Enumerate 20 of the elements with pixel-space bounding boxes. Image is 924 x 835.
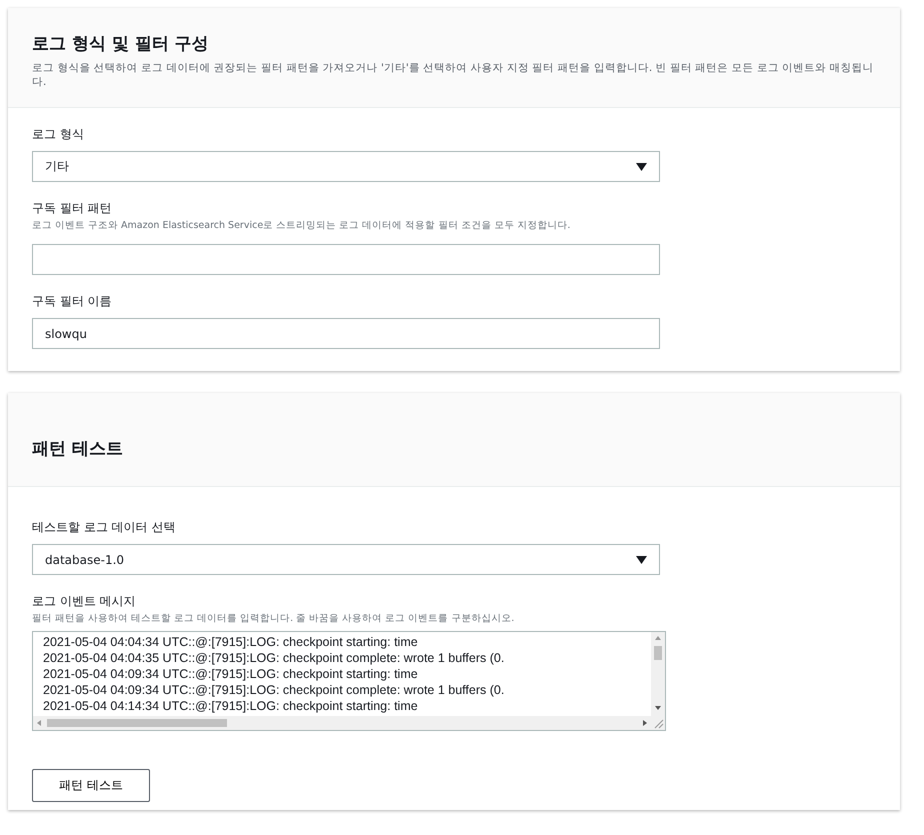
vertical-scrollbar[interactable]	[651, 632, 665, 716]
test-pattern-button[interactable]: 패턴 테스트	[32, 769, 150, 802]
field-label: 구독 필터 패턴	[32, 200, 113, 218]
caret-icon	[636, 556, 647, 564]
field-label: 테스트할 로그 데이터 선택	[32, 519, 176, 536]
field-label: 로그 형식	[32, 126, 85, 144]
select-field[interactable]: 기타	[32, 151, 660, 182]
field-label: 구독 필터 이름	[32, 293, 113, 310]
panel-title: 로그 형식 및 필터 구성	[32, 33, 210, 55]
textarea-field[interactable]: 2021-05-04 04:04:34 UTC::@:[7915]:LOG: checkpoint starting: time 2021-05-04 04:04:35 UTC::@:[7915]:LOG: checkpoint complete: wrote 1 buffers (0. 2021-05-04 04:09:34 UTC::@:[7915]:LOG: checkpoint starting: time 2021-05-04 04:09:34 UTC::@:[7915]:LOG: checkpoint complete: wrote 1 buffers (0. 2021-05-04 04:14:34 UTC::@:[7915]:LOG: checkpoint starting: time	[32, 631, 666, 732]
horizontal-scrollbar[interactable]	[33, 716, 651, 730]
field-help-text: 필터 패턴을 사용하여 테스트할 로그 데이터를 입력합니다. 줄 바꿈을 사용하여 로그 이벤트를 구분하십시오.	[32, 612, 516, 626]
field-help-text: 로그 이벤트 구조와 Amazon Elasticsearch Service로 스트리밍되는 로그 데이터에 적용할 필터 조건을 모두 지정합니다.	[32, 219, 572, 232]
input-field[interactable]: slowqu	[32, 318, 660, 350]
panel-title: 패턴 테스트	[32, 438, 124, 460]
caret-icon	[636, 162, 647, 171]
select-field[interactable]: database-1.0	[32, 544, 660, 576]
field-label: 로그 이벤트 메시지	[32, 593, 137, 610]
panel-description: 로그 형식을 선택하여 로그 데이터에 권장되는 필터 패턴을 가져오거나 '기타'를 선택하여 사용자 지정 필터 패턴을 입력합니다. 빈 필터 패턴은 모든 로그 이벤트와 매칭됩니다.	[32, 61, 875, 90]
input-field[interactable]	[32, 244, 660, 276]
